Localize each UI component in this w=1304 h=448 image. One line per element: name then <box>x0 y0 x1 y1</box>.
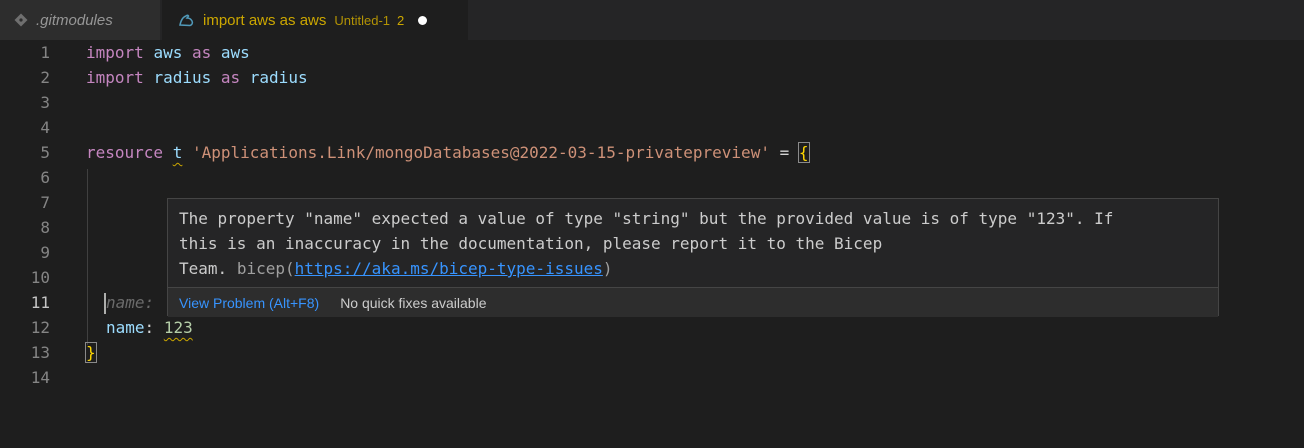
text-cursor <box>104 293 106 314</box>
bracket-match: { <box>797 142 810 163</box>
code-line: 13 } <box>0 340 1304 365</box>
line-number: 12 <box>30 318 50 337</box>
hover-widget: The property "name" expected a value of … <box>167 198 1219 317</box>
code-line: 2 import radius as radius <box>0 65 1304 90</box>
line-number: 13 <box>30 343 50 362</box>
line-number: 4 <box>40 118 50 137</box>
code-line: 12 name: 123 <box>0 315 1304 340</box>
tab-untitled-1[interactable]: import aws as aws Untitled-1 2 <box>162 0 468 40</box>
code-line: 4 <box>0 115 1304 140</box>
unsaved-dot-icon[interactable] <box>418 15 428 25</box>
tab-label: .gitmodules <box>36 11 113 29</box>
line-number: 14 <box>30 368 50 387</box>
tab-gitmodules[interactable]: .gitmodules <box>0 0 161 40</box>
code-text: import aws as aws <box>86 43 250 62</box>
line-number: 8 <box>40 218 50 237</box>
hover-status-bar: View Problem (Alt+F8) No quick fixes ava… <box>168 287 1218 317</box>
no-quick-fixes-label: No quick fixes available <box>340 294 487 311</box>
line-number: 9 <box>40 243 50 262</box>
bracket-match: } <box>85 342 97 363</box>
line-number: 6 <box>40 168 50 187</box>
code-line: 14 <box>0 365 1304 390</box>
view-problem-button[interactable]: View Problem (Alt+F8) <box>179 295 319 311</box>
ghost-text: name: <box>106 293 155 312</box>
code-text: name: 123 <box>106 318 193 337</box>
problem-count-badge: 2 <box>397 12 405 28</box>
git-icon <box>14 13 28 27</box>
docs-link[interactable]: https://aka.ms/bicep-type-issues <box>295 259 603 278</box>
code-text: resource t 'Applications.Link/mongoDatab… <box>86 142 810 163</box>
code-line: 5 resource t 'Applications.Link/mongoDat… <box>0 140 1304 165</box>
line-number: 11 <box>30 293 50 312</box>
line-number: 5 <box>40 143 50 162</box>
code-line: 6 <box>0 165 1304 190</box>
line-number: 10 <box>30 268 50 287</box>
tab-description: Untitled-1 <box>334 12 391 28</box>
line-number: 1 <box>40 43 50 62</box>
code-line: 1 import aws as aws <box>0 40 1304 65</box>
bicep-icon <box>178 13 195 28</box>
tab-label: import aws as aws <box>203 11 327 29</box>
tab-bar: .gitmodules import aws as aws Untitled-1… <box>0 0 1304 40</box>
line-number: 3 <box>40 93 50 112</box>
code-text: import radius as radius <box>86 68 308 87</box>
line-number: 7 <box>40 193 50 212</box>
code-text: } <box>85 340 97 365</box>
hover-message: The property "name" expected a value of … <box>179 209 1114 278</box>
diagnostic-source: bicep( <box>236 259 295 278</box>
code-line: 3 <box>0 90 1304 115</box>
line-number: 2 <box>40 68 50 87</box>
